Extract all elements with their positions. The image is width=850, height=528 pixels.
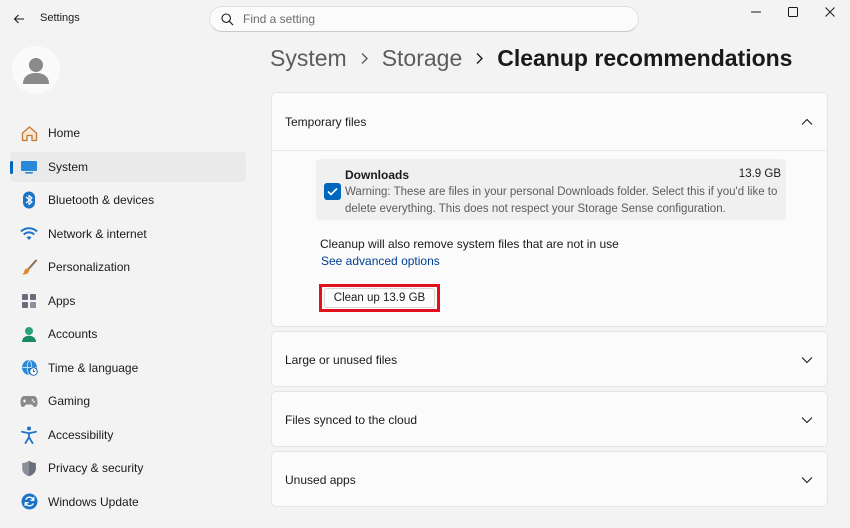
sidebar-item-gaming[interactable]: Gaming <box>10 386 246 416</box>
sidebar-item-personalization[interactable]: Personalization <box>10 252 246 282</box>
chevron-right-icon <box>360 52 369 65</box>
sidebar-item-accounts[interactable]: Accounts <box>10 319 246 349</box>
user-icon <box>23 58 49 84</box>
sidebar-item-label: Home <box>48 126 81 140</box>
accessibility-icon <box>20 426 38 444</box>
file-description: Warning: These are files in your persona… <box>345 186 778 215</box>
section-title: Temporary files <box>285 114 367 129</box>
sidebar-item-bluetooth[interactable]: Bluetooth & devices <box>10 185 246 215</box>
chevron-right-icon <box>475 52 484 65</box>
sidebar-item-label: Bluetooth & devices <box>48 193 155 207</box>
sidebar-item-time-language[interactable]: Time & language <box>10 353 246 383</box>
maximize-icon <box>788 7 798 17</box>
temporary-files-section: Temporary files Downloads 13.9 GB Warnin… <box>271 92 828 327</box>
section-title: Files synced to the cloud <box>285 413 418 427</box>
breadcrumb-system[interactable]: System <box>270 45 347 72</box>
search-box[interactable] <box>209 6 639 32</box>
back-arrow-icon <box>13 14 24 24</box>
sidebar-item-label: Network & internet <box>48 226 147 241</box>
large-unused-files-section: Large or unused files <box>271 331 828 387</box>
apps-icon <box>20 292 38 310</box>
sidebar-item-label: Time & language <box>48 360 139 375</box>
sidebar-item-privacy[interactable]: Privacy & security <box>10 453 246 483</box>
sidebar-item-label: Apps <box>48 293 76 308</box>
close-button[interactable] <box>812 0 848 24</box>
sidebar-item-label: Gaming <box>48 394 91 408</box>
sidebar-item-home[interactable]: Home <box>10 118 246 148</box>
update-icon <box>20 493 38 511</box>
temporary-files-header[interactable]: Temporary files <box>272 93 827 151</box>
advanced-options-link[interactable]: See advanced options <box>321 254 440 268</box>
cloud-files-header[interactable]: Files synced to the cloud <box>272 392 827 448</box>
system-icon <box>20 158 38 176</box>
avatar[interactable] <box>12 46 60 94</box>
accounts-icon <box>20 325 38 343</box>
file-name: Downloads <box>345 168 410 182</box>
page-title: Cleanup recommendations <box>497 45 793 71</box>
sidebar-item-label: Accounts <box>48 327 98 341</box>
title-bar: Settings <box>0 0 850 38</box>
sidebar-item-label: Privacy & security <box>48 461 144 475</box>
wifi-icon <box>20 225 38 243</box>
section-title: Large or unused files <box>285 353 398 367</box>
sidebar-item-label: System <box>48 159 89 174</box>
sidebar-item-windows-update[interactable]: Windows Update <box>10 487 246 517</box>
cloud-files-section: Files synced to the cloud <box>271 391 828 447</box>
minimize-button[interactable] <box>738 0 774 24</box>
home-icon <box>20 124 38 142</box>
section-title: Unused apps <box>285 473 356 487</box>
breadcrumb: System Storage Cleanup recommendations <box>270 45 792 72</box>
maximize-button[interactable] <box>775 0 811 24</box>
cleanup-button[interactable]: Clean up 13.9 GB <box>324 288 435 308</box>
file-size: 13.9 GB <box>738 168 781 180</box>
unused-apps-section: Unused apps <box>271 451 828 507</box>
downloads-item: Downloads 13.9 GB Warning: These are fil… <box>316 159 786 220</box>
highlight-box: Clean up 13.9 GB <box>319 284 440 312</box>
chevron-down-icon <box>800 413 814 427</box>
search-icon <box>220 12 234 26</box>
breadcrumb-storage[interactable]: Storage <box>382 45 463 72</box>
sidebar-item-system[interactable]: System <box>10 151 246 182</box>
sidebar-item-label: Accessibility <box>48 427 114 442</box>
sidebar-item-network[interactable]: Network & internet <box>10 219 246 249</box>
back-button[interactable] <box>8 8 30 30</box>
chevron-up-icon <box>800 115 814 129</box>
sidebar-nav: Home System Bluetooth & devices Network … <box>10 118 246 520</box>
sidebar-item-accessibility[interactable]: Accessibility <box>10 420 246 450</box>
checkmark-icon <box>327 187 338 196</box>
cleanup-info-text: Cleanup will also remove system files th… <box>320 237 619 251</box>
unused-apps-header[interactable]: Unused apps <box>272 452 827 508</box>
search-input[interactable] <box>243 12 623 26</box>
shield-icon <box>20 459 38 477</box>
sidebar-item-label: Windows Update <box>48 494 139 509</box>
bluetooth-icon <box>20 191 38 209</box>
globe-clock-icon <box>20 359 38 377</box>
large-unused-files-header[interactable]: Large or unused files <box>272 332 827 388</box>
app-title: Settings <box>40 12 80 24</box>
sidebar-item-label: Personalization <box>48 260 131 274</box>
gamepad-icon <box>20 392 38 410</box>
close-icon <box>825 7 835 17</box>
minimize-icon <box>751 11 761 13</box>
chevron-down-icon <box>800 473 814 487</box>
sidebar-item-apps[interactable]: Apps <box>10 286 246 316</box>
chevron-down-icon <box>800 353 814 367</box>
downloads-checkbox[interactable] <box>324 183 341 200</box>
brush-icon <box>20 258 38 276</box>
